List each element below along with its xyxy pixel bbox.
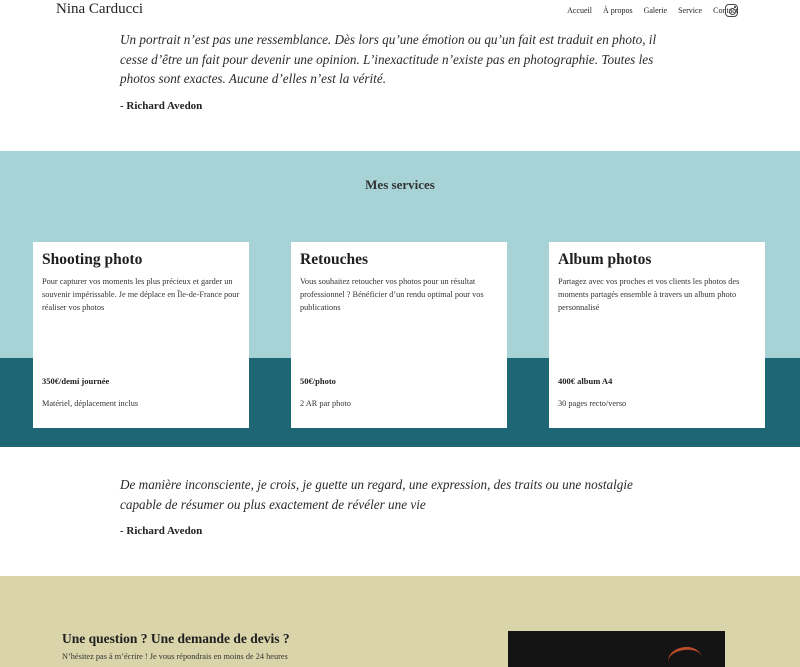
service-card-title: Retouches [300,251,369,268]
nav-link-galerie[interactable]: Galerie [644,6,668,15]
quote-text: De manière inconsciente, je crois, je gu… [120,477,633,512]
nav-link-service[interactable]: Service [678,6,702,15]
service-card-price: 400€ album A4 [558,376,613,386]
quote-text: Un portrait n’est pas une ressemblance. … [120,32,657,86]
site-name[interactable]: Nina Carducci [56,1,143,18]
service-card-note: 2 AR par photo [300,399,351,408]
service-card-title: Shooting photo [42,251,143,268]
service-card-description: Vous souhaitez retoucher vos photos pour… [300,277,484,312]
service-card-title: Album photos [558,251,652,268]
service-card-description: Pour capturer vos moments les plus préci… [42,277,240,312]
site-header: Nina Carducci Accueil À propos Galerie S… [0,0,800,22]
quote-author: - Richard Avedon [120,525,203,537]
service-card-shooting: Shooting photo Pour capturer vos moments… [33,242,249,428]
instagram-icon[interactable] [725,4,738,17]
service-card-price: 50€/photo [300,376,336,386]
nav-link-a-propos[interactable]: À propos [603,6,633,15]
nav-link-accueil[interactable]: Accueil [567,6,592,15]
service-card-note: Matériel, déplacement inclus [42,399,139,408]
services-title: Mes services [365,177,435,192]
contact-title: Une question ? Une demande de devis ? [62,631,290,646]
contact-photo [508,631,725,667]
page: Nina Carducci Accueil À propos Galerie S… [0,0,800,667]
service-card-retouches: Retouches Vous souhaitez retoucher vos p… [291,242,507,428]
quote-author: - Richard Avedon [120,100,203,112]
service-card-price: 350€/demi journée [42,376,110,386]
main-nav: Accueil À propos Galerie Service Contact [567,6,738,15]
service-card-album: Album photos Partagez avec vos proches e… [549,242,765,428]
service-card-note: 30 pages recto/verso [558,399,627,408]
contact-subtitle: N’hésitez pas à m’écrire ! Je vous répon… [62,652,288,661]
service-card-description: Partagez avec vos proches et vos clients… [558,277,740,312]
